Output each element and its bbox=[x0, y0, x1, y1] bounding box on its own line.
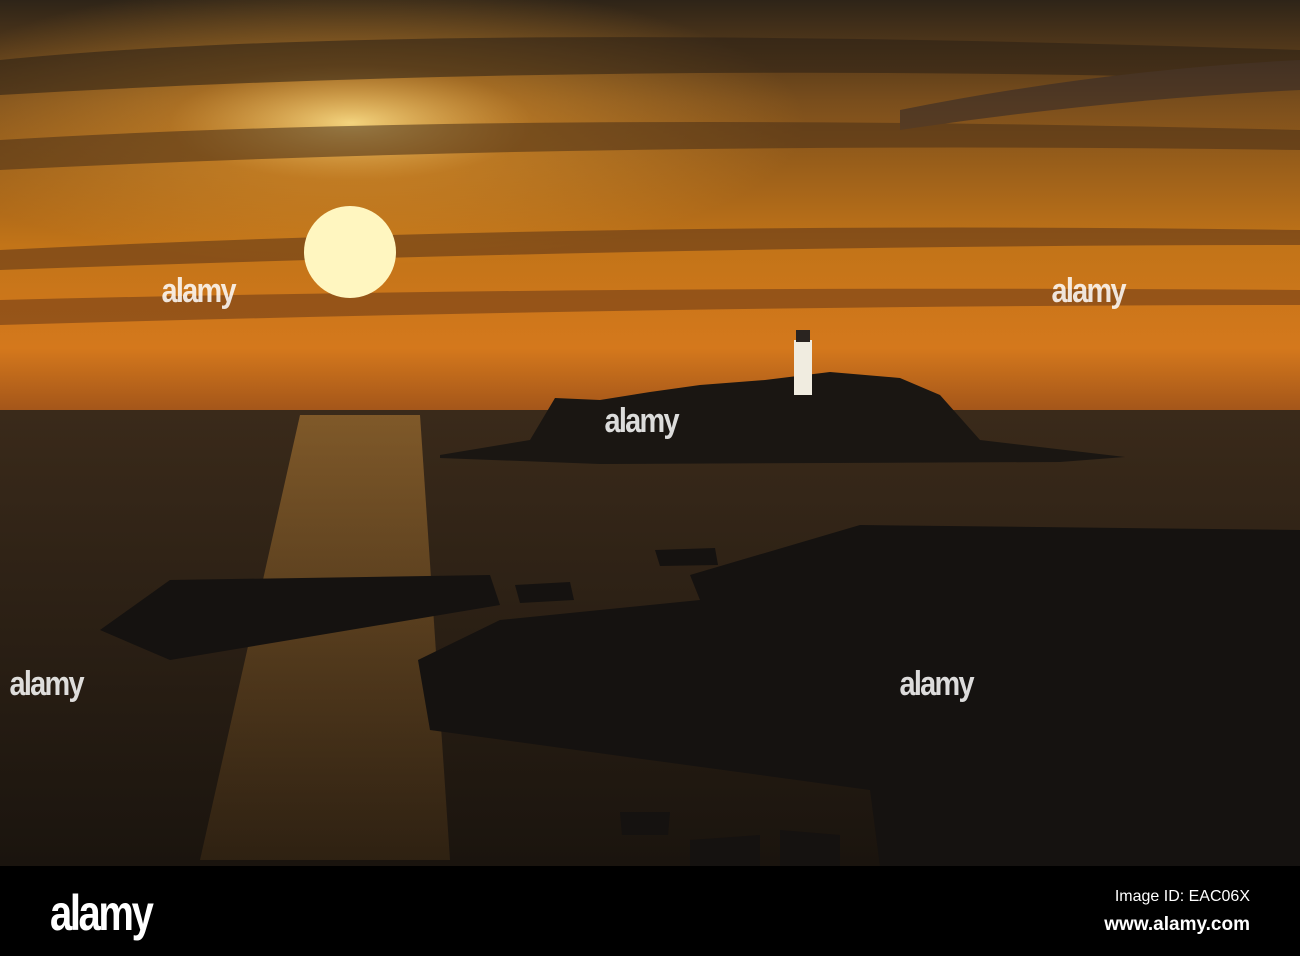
footer-bar: alamy Image ID: EAC06X www.alamy.com bbox=[0, 866, 1300, 956]
watermark: alamy bbox=[899, 665, 974, 703]
watermark: alamy bbox=[161, 272, 236, 310]
lighthouse bbox=[794, 340, 812, 395]
watermark: alamy bbox=[9, 665, 84, 703]
sun bbox=[304, 206, 396, 298]
stock-photo: alamy alamy alamy alamy alamy alamy Imag… bbox=[0, 0, 1300, 956]
image-id: Image ID: EAC06X bbox=[1114, 888, 1250, 905]
watermark: alamy bbox=[1051, 272, 1126, 310]
alamy-logo: alamy bbox=[50, 885, 154, 941]
watermark: alamy bbox=[604, 402, 679, 440]
site-url: www.alamy.com bbox=[1104, 914, 1250, 935]
